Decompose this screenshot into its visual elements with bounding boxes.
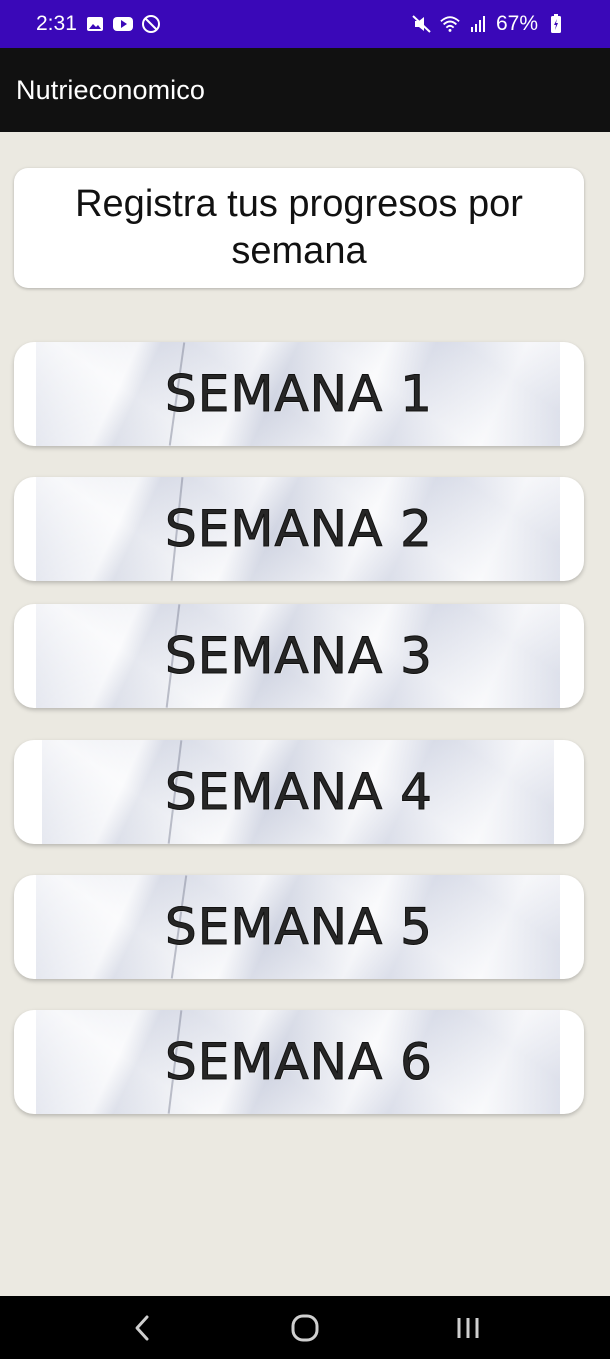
image-icon xyxy=(85,14,105,34)
status-left: 2:31 xyxy=(36,12,161,36)
battery-percent: 67% xyxy=(495,12,538,35)
week-3-label: SEMANA 3 xyxy=(165,627,433,686)
battery-icon xyxy=(546,14,566,34)
wifi-icon xyxy=(440,14,460,34)
app-bar: Nutrieconomico xyxy=(0,48,610,132)
recents-icon xyxy=(457,1317,479,1338)
do-not-disturb-icon xyxy=(141,14,161,34)
week-3-button[interactable]: SEMANA 3 xyxy=(14,604,584,708)
header-card-text: Registra tus progresos por semana xyxy=(75,182,523,273)
status-bar: 2:31 67% xyxy=(0,0,610,48)
youtube-icon xyxy=(112,14,133,34)
app-title: Nutrieconomico xyxy=(16,74,205,105)
status-time: 2:31 xyxy=(36,12,77,35)
mute-icon xyxy=(412,14,432,34)
signal-icon xyxy=(468,14,488,34)
week-1-label: SEMANA 1 xyxy=(165,365,433,424)
week-6-button[interactable]: SEMANA 6 xyxy=(14,1010,584,1114)
week-5-label: SEMANA 5 xyxy=(165,898,433,957)
week-1-button[interactable]: SEMANA 1 xyxy=(14,342,584,446)
home-button[interactable] xyxy=(275,1303,335,1353)
week-4-button[interactable]: SEMANA 4 xyxy=(14,740,584,844)
status-right: 67% xyxy=(412,12,566,36)
header-card: Registra tus progresos por semana xyxy=(14,168,584,288)
home-icon xyxy=(291,1314,319,1341)
week-4-label: SEMANA 4 xyxy=(165,763,433,822)
week-6-label: SEMANA 6 xyxy=(165,1033,433,1092)
back-icon xyxy=(135,1315,149,1340)
week-2-button[interactable]: SEMANA 2 xyxy=(14,477,584,581)
system-nav-bar xyxy=(0,1296,610,1359)
week-5-button[interactable]: SEMANA 5 xyxy=(14,875,584,979)
recents-button[interactable] xyxy=(438,1303,498,1353)
week-2-label: SEMANA 2 xyxy=(165,500,433,559)
back-button[interactable] xyxy=(112,1303,172,1353)
